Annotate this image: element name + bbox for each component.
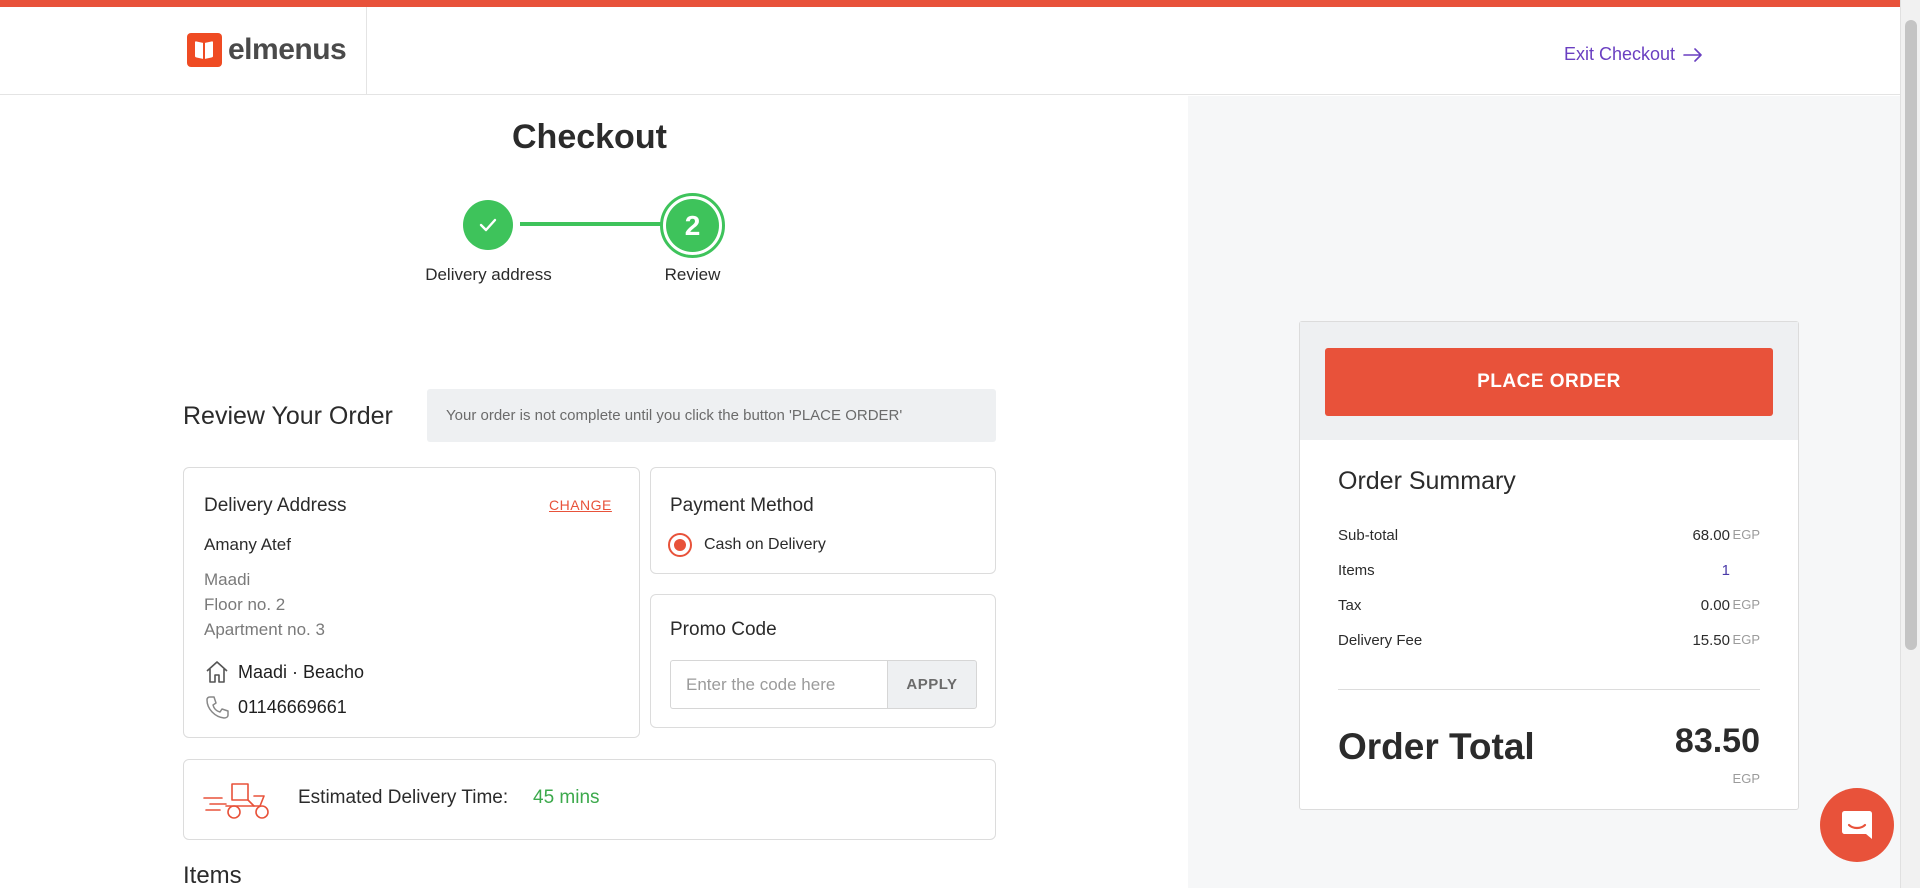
items-label: Items <box>1338 562 1375 579</box>
step-delivery-address-indicator <box>463 200 513 250</box>
delivery-area: Maadi · Beacho <box>204 659 364 685</box>
stepper-connector <box>520 222 664 226</box>
delivery-address-title: Delivery Address <box>204 495 347 516</box>
phone-icon <box>206 696 229 719</box>
payment-option-cash[interactable]: Cash on Delivery <box>668 533 826 557</box>
page-title: Checkout <box>512 118 667 156</box>
step-label-review: Review <box>664 265 721 284</box>
delivery-fee-value: 15.50 <box>1692 632 1730 649</box>
delivery-area-text: Maadi · Beacho <box>238 661 365 682</box>
subtotal-value: 68.00 <box>1692 527 1730 544</box>
payment-option-label: Cash on Delivery <box>704 536 826 553</box>
place-order-button[interactable]: PLACE ORDER <box>1325 348 1773 416</box>
exit-checkout-label: Exit Checkout <box>1564 44 1676 64</box>
address-line: Apartment no. 3 <box>204 620 325 639</box>
promo-code-title: Promo Code <box>670 619 777 640</box>
delivery-scooter-icon <box>203 783 269 819</box>
eta-label: Estimated Delivery Time: <box>298 787 509 808</box>
delivery-fee-label: Delivery Fee <box>1338 632 1423 649</box>
order-total-currency: EGP <box>1732 771 1760 786</box>
address-line: Maadi <box>204 570 251 589</box>
items-count: 1 <box>1721 562 1730 579</box>
order-summary-box: PLACE ORDER Order Summary Sub-total 68.0… <box>1299 321 1799 810</box>
address-line: Floor no. 2 <box>204 595 286 614</box>
order-summary-title: Order Summary <box>1338 467 1516 495</box>
tax-value: 0.00 <box>1700 597 1730 614</box>
eta-value: 45 mins <box>533 787 600 808</box>
estimated-delivery-card: Estimated Delivery Time: 45 mins <box>183 759 996 840</box>
home-icon <box>206 661 228 683</box>
currency-label: EGP <box>1732 597 1760 612</box>
place-order-area: PLACE ORDER <box>1300 322 1798 440</box>
page-scrollbar[interactable] <box>1900 0 1920 888</box>
logo-area: elmenus <box>0 7 367 95</box>
delivery-address-card: Delivery Address CHANGE Amany Atef Maadi… <box>183 467 640 738</box>
chat-icon <box>1842 811 1872 839</box>
recipient-name: Amany Atef <box>204 535 291 554</box>
header: elmenus Exit Checkout <box>0 7 1900 95</box>
check-icon <box>479 218 497 232</box>
review-heading: Review Your Order <box>183 402 393 430</box>
exit-checkout-link[interactable]: Exit Checkout <box>1564 44 1703 65</box>
place-order-notice: Your order is not complete until you cli… <box>427 389 996 442</box>
change-address-link[interactable]: CHANGE <box>549 497 612 513</box>
order-total-label: Order Total <box>1338 726 1535 767</box>
logo-icon <box>187 33 222 67</box>
apply-promo-button[interactable]: APPLY <box>887 660 977 709</box>
scrollbar-thumb[interactable] <box>1905 20 1917 650</box>
tax-label: Tax <box>1338 597 1362 614</box>
payment-radio[interactable] <box>668 533 692 557</box>
payment-method-title: Payment Method <box>670 495 814 516</box>
currency-label: EGP <box>1732 527 1760 542</box>
logo-text: elmenus <box>228 33 347 66</box>
promo-code-card: Promo Code APPLY <box>650 594 996 728</box>
elmenus-logo[interactable]: elmenus <box>187 33 347 67</box>
currency-label: EGP <box>1732 632 1760 647</box>
delivery-phone-text: 01146669661 <box>238 696 347 717</box>
arrow-right-icon <box>1683 47 1702 62</box>
step-number: 2 <box>666 199 719 252</box>
step-label-delivery-address: Delivery address <box>425 265 552 284</box>
summary-divider <box>1338 689 1760 690</box>
items-heading: Items <box>183 862 242 888</box>
promo-code-input[interactable] <box>670 660 887 709</box>
payment-method-card: Payment Method Cash on Delivery <box>650 467 996 574</box>
step-review-indicator: 2 <box>660 193 725 258</box>
delivery-phone: 01146669661 <box>204 694 347 720</box>
subtotal-label: Sub-total <box>1338 527 1399 544</box>
order-total-value: 83.50 <box>1674 722 1760 760</box>
chat-launcher-button[interactable] <box>1820 788 1894 862</box>
radio-selected-dot <box>674 539 686 551</box>
brand-accent-bar <box>0 0 1900 7</box>
